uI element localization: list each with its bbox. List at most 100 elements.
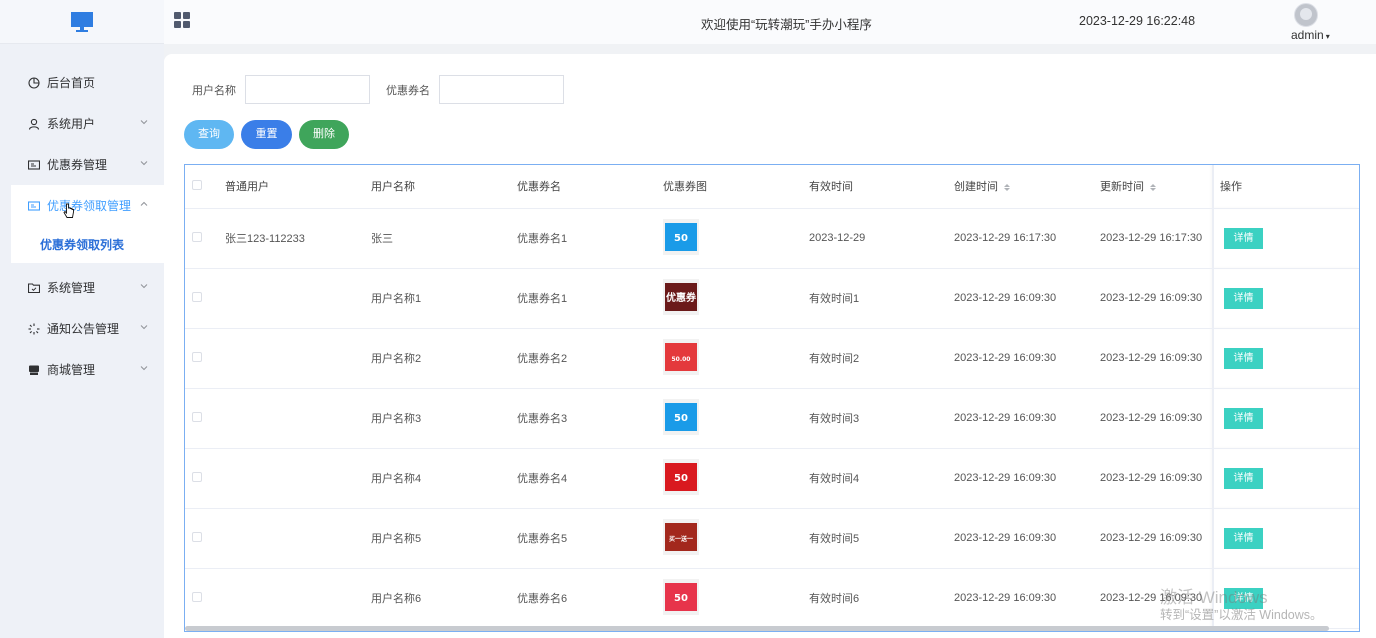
sidebar-subitem-coupon-claim-list[interactable]: 优惠券领取列表	[11, 226, 164, 263]
delete-button[interactable]: 删除	[299, 120, 349, 149]
row-select-cell	[185, 268, 225, 329]
sidebar-item-system-management[interactable]: 系统管理	[0, 267, 164, 308]
cell-actions: 详情	[1212, 268, 1359, 329]
detail-button[interactable]: 详情	[1224, 527, 1263, 549]
avatar[interactable]	[1294, 3, 1318, 27]
cell-created-time: 2023-12-29 16:09:30	[954, 328, 1100, 389]
top-header: 欢迎使用“玩转潮玩”手办小程序 2023-12-29 16:22:48 admi…	[164, 0, 1376, 44]
table-row[interactable]: 用户名称4 优惠券名4 50 有效时间4 2023-12-29 16:09:30 2023…	[185, 448, 1359, 509]
detail-button[interactable]: 详情	[1224, 287, 1263, 309]
cell-created-time: 2023-12-29 16:09:30	[954, 268, 1100, 329]
caret-down-icon: ▾	[1325, 32, 1330, 41]
sidebar-item-notice-management[interactable]: 通知公告管理	[0, 308, 164, 349]
column-header: 优惠券名	[517, 165, 663, 209]
cell-coupon-image: 50	[663, 568, 809, 629]
current-datetime: 2023-12-29 16:22:48	[1079, 14, 1196, 28]
cell-regular-user	[225, 448, 371, 509]
select-all-cell	[185, 165, 225, 209]
table-header-row: 普通用户 用户名称 优惠券名 优惠券图 有效时间 创建时间 更新时间 操作	[185, 165, 1359, 209]
row-checkbox[interactable]	[192, 471, 202, 482]
column-header: 优惠券图	[663, 165, 809, 209]
chevron-down-icon	[140, 364, 148, 372]
search-button[interactable]: 查询	[184, 120, 234, 149]
cell-user-name: 张三	[371, 208, 517, 269]
coupon-thumbnail[interactable]: 50	[663, 458, 699, 495]
coupon-thumbnail[interactable]: 50	[663, 218, 699, 255]
detail-button[interactable]: 详情	[1224, 467, 1263, 489]
username: admin	[1291, 28, 1324, 42]
coupon-thumbnail[interactable]: 50	[663, 398, 699, 435]
row-checkbox[interactable]	[192, 231, 202, 242]
cell-coupon-image: 优惠券	[663, 268, 809, 329]
coupon-name-input[interactable]	[439, 75, 564, 104]
coupon-thumbnail[interactable]: 买一送一	[663, 518, 699, 555]
column-header-sortable[interactable]: 创建时间	[954, 165, 1100, 209]
cell-coupon-name: 优惠券名1	[517, 268, 663, 329]
sidebar-item-system-users[interactable]: 系统用户	[0, 103, 164, 144]
logo[interactable]	[0, 0, 164, 44]
row-select-cell	[185, 448, 225, 509]
coupon-name-label: 优惠券名	[386, 84, 430, 97]
row-checkbox[interactable]	[192, 291, 202, 302]
monitor-icon	[71, 11, 93, 32]
chevron-down-icon	[140, 323, 148, 331]
coupon-thumbnail[interactable]: 优惠券	[663, 278, 699, 315]
row-checkbox[interactable]	[192, 531, 202, 542]
row-select-cell	[185, 208, 225, 269]
table-row[interactable]: 用户名称2 优惠券名2 50.00 有效时间2 2023-12-29 16:09:30 2…	[185, 328, 1359, 389]
cell-created-time: 2023-12-29 16:09:30	[954, 568, 1100, 629]
cell-coupon-image: 50	[663, 448, 809, 509]
svg-text:优惠券: 优惠券	[666, 291, 697, 304]
cell-coupon-name: 优惠券名2	[517, 328, 663, 389]
cell-updated-time: 2023-12-29 16:09:30	[1100, 328, 1213, 389]
table-row[interactable]: 用户名称5 优惠券名5 买一送一 有效时间5 2023-12-29 16:09:30 20…	[185, 508, 1359, 569]
row-checkbox[interactable]	[192, 411, 202, 422]
user-dropdown[interactable]: admin ▾	[1291, 28, 1330, 42]
svg-text:50: 50	[674, 593, 688, 604]
svg-text:50: 50	[674, 233, 688, 244]
column-header: 操作	[1212, 165, 1359, 209]
sidebar-item-coupon-management[interactable]: 优惠券管理	[0, 144, 164, 185]
detail-button[interactable]: 详情	[1224, 347, 1263, 369]
cell-coupon-image: 买一送一	[663, 508, 809, 569]
sidebar-item-shop-management[interactable]: 商城管理	[0, 349, 164, 390]
username-input[interactable]	[245, 75, 370, 104]
cell-created-time: 2023-12-29 16:17:30	[954, 208, 1100, 269]
cell-coupon-name: 优惠券名5	[517, 508, 663, 569]
coupon-thumbnail[interactable]: 50.00	[663, 338, 699, 375]
apps-grid-icon[interactable]	[174, 12, 190, 28]
cell-updated-time: 2023-12-29 16:09:30	[1100, 508, 1213, 569]
user-icon	[28, 118, 40, 130]
horizontal-scrollbar[interactable]	[185, 626, 1329, 631]
username-label: 用户名称	[192, 84, 236, 97]
table-row[interactable]: 用户名称1 优惠券名1 优惠券 有效时间1 2023-12-29 16:09:30 202…	[185, 268, 1359, 329]
column-header: 普通用户	[225, 165, 371, 209]
folder-check-icon	[28, 282, 40, 294]
sidebar-item-home[interactable]: 后台首页	[0, 62, 164, 103]
cell-regular-user	[225, 268, 371, 329]
sort-icon[interactable]	[1004, 183, 1011, 191]
row-checkbox[interactable]	[192, 351, 202, 362]
svg-text:50: 50	[674, 473, 688, 484]
cell-created-time: 2023-12-29 16:09:30	[954, 448, 1100, 509]
cell-coupon-name: 优惠券名4	[517, 448, 663, 509]
sidebar-item-label: 优惠券管理	[47, 158, 108, 172]
chevron-down-icon	[140, 282, 148, 290]
column-header: 有效时间	[809, 165, 954, 209]
column-header-sortable[interactable]: 更新时间	[1100, 165, 1213, 209]
reset-button[interactable]: 重置	[241, 120, 292, 149]
cell-updated-time: 2023-12-29 16:09:30	[1100, 448, 1213, 509]
detail-button[interactable]: 详情	[1224, 227, 1263, 249]
coupon-thumbnail[interactable]: 50	[663, 578, 699, 615]
select-all-checkbox[interactable]	[192, 179, 202, 190]
row-select-cell	[185, 328, 225, 389]
sort-icon[interactable]	[1150, 183, 1157, 191]
row-select-cell	[185, 508, 225, 569]
column-header: 用户名称	[371, 165, 517, 209]
table-row[interactable]: 用户名称3 优惠券名3 50 有效时间3 2023-12-29 16:09:30 2023…	[185, 388, 1359, 449]
sidebar-item-coupon-claim-management[interactable]: 优惠券领取管理	[11, 185, 164, 226]
cell-regular-user	[225, 508, 371, 569]
detail-button[interactable]: 详情	[1224, 407, 1263, 429]
table-row[interactable]: 张三123-112233 张三 优惠券名1 50 2023-12-29 2023-12-2…	[185, 208, 1359, 269]
row-checkbox[interactable]	[192, 591, 202, 602]
